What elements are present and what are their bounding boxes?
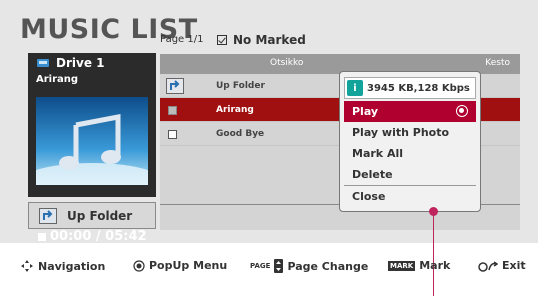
menu-item-label: Close [352,189,386,203]
up-folder-icon [39,207,57,224]
menu-item-delete[interactable]: Delete [344,164,476,185]
current-track: Arirang [36,74,79,85]
bitrate-label: 3945 KB,128 Kbps [367,82,470,94]
marked-status: No Marked [217,33,306,47]
mark-checkbox[interactable] [168,130,177,139]
hint-exit-label: Exit [502,259,526,272]
navigation-arrows-icon [21,260,33,272]
column-title: Otsikko [270,58,304,68]
usb-drive-icon [37,59,49,67]
exit-icon [478,260,498,272]
hint-navigation-label: Navigation [38,259,106,273]
marked-status-label: No Marked [233,33,306,47]
page-up-down-icon [274,259,284,273]
up-folder-icon [166,78,184,94]
up-folder-label: Up Folder [67,208,133,223]
hint-mark: MARK Mark [388,259,450,272]
ok-button-icon [133,259,145,272]
popup-menu-list: Play Play with Photo Mark All Delete Clo… [344,101,476,206]
menu-item-close[interactable]: Close [344,185,476,206]
file-info: i 3945 KB,128 Kbps [344,77,476,99]
drive-panel: Drive 1 Arirang 00:00 / 05:42 [28,53,156,244]
hint-page-change-label: Page Change [287,259,369,273]
radio-selected-icon [456,105,468,117]
hint-popup-menu-label: PopUp Menu [149,259,228,272]
menu-item-label: Delete [352,168,393,181]
menu-item-label: Play [352,105,379,118]
menu-item-mark-all[interactable]: Mark All [344,143,476,164]
list-item-label: Good Bye [216,129,265,139]
menu-item-play[interactable]: Play [344,101,476,122]
hint-navigation: Navigation [20,259,105,273]
info-icon: i [347,80,363,96]
playback-time-label: 00:00 / 05:42 [50,229,147,244]
hint-popup-menu: PopUp Menu [133,259,227,272]
list-item-label: Arirang [216,105,254,115]
up-folder-button[interactable]: Up Folder [28,202,156,229]
playback-time: 00:00 / 05:42 [38,229,147,244]
album-art-music-note-icon [36,97,148,185]
page-indicator: Page 1/1 [160,34,204,45]
hint-exit: Exit [478,259,526,272]
column-duration: Kesto [485,58,510,68]
menu-item-label: Play with Photo [352,126,450,139]
menu-item-label: Mark All [352,147,403,160]
list-item-label: Up Folder [216,81,265,91]
drive-name: Drive 1 [56,56,105,70]
stop-icon [38,232,46,241]
popup-menu: i 3945 KB,128 Kbps Play Play with Photo … [339,71,481,212]
page-key-label: PAGE [250,262,271,270]
hint-page-change: PAGE Page Change [250,259,368,273]
mark-checkbox[interactable] [168,106,177,115]
key-guide: Navigation PopUp Menu PAGE Page Change M… [0,250,538,282]
checkbox-icon [217,35,227,45]
hint-mark-label: Mark [419,259,451,272]
drive-header: Drive 1 [28,53,156,73]
mark-key-icon: MARK [388,260,416,271]
menu-item-play-with-photo[interactable]: Play with Photo [344,122,476,143]
